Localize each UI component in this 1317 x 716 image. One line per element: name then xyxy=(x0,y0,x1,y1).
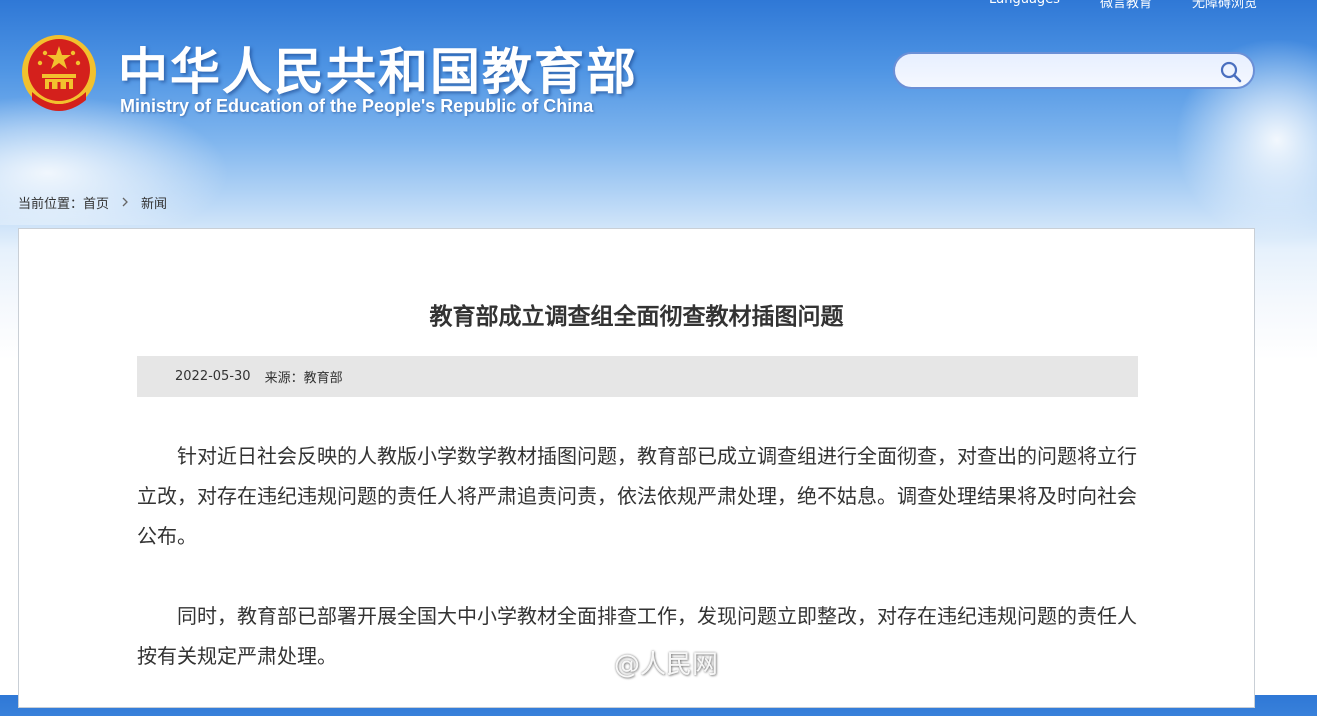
breadcrumb-home-link[interactable]: 首页 xyxy=(83,193,109,212)
article-date: 2022-05-30 xyxy=(175,369,251,384)
article-panel: 教育部成立调查组全面彻查教材插图问题 2022-05-30 来源：教育部 针对近… xyxy=(18,228,1255,708)
site-title-en: Ministry of Education of the People's Re… xyxy=(120,96,594,116)
search-box xyxy=(893,52,1255,89)
chevron-right-icon xyxy=(121,196,129,210)
breadcrumb: 当前位置： 首页 新闻 xyxy=(18,193,167,212)
breadcrumb-news-link[interactable]: 新闻 xyxy=(141,193,167,212)
national-emblem-icon[interactable] xyxy=(20,32,98,114)
search-input[interactable] xyxy=(909,60,1213,84)
link-weiyan-education[interactable]: 微言教育 xyxy=(1100,0,1152,11)
link-accessibility[interactable]: 无障碍浏览 xyxy=(1192,0,1257,11)
watermark: @人民网 xyxy=(566,644,718,681)
site-title-cn: 中华人民共和国教育部 xyxy=(118,43,638,101)
weibo-icon xyxy=(566,645,610,681)
article-title: 教育部成立调查组全面彻查教材插图问题 xyxy=(429,304,844,330)
top-links: Languages 微言教育 无障碍浏览 xyxy=(989,0,1257,11)
article-paragraph: 针对近日社会反映的人教版小学数学教材插图问题，教育部已成立调查组进行全面彻查，对… xyxy=(137,444,1137,548)
breadcrumb-prefix: 当前位置： xyxy=(18,197,84,212)
link-languages[interactable]: Languages xyxy=(989,0,1060,11)
watermark-text: @人民网 xyxy=(614,650,719,680)
search-icon[interactable] xyxy=(1219,60,1243,84)
article-source: 来源：教育部 xyxy=(264,371,343,386)
article-meta-bar: 2022-05-30 来源：教育部 xyxy=(137,356,1138,397)
